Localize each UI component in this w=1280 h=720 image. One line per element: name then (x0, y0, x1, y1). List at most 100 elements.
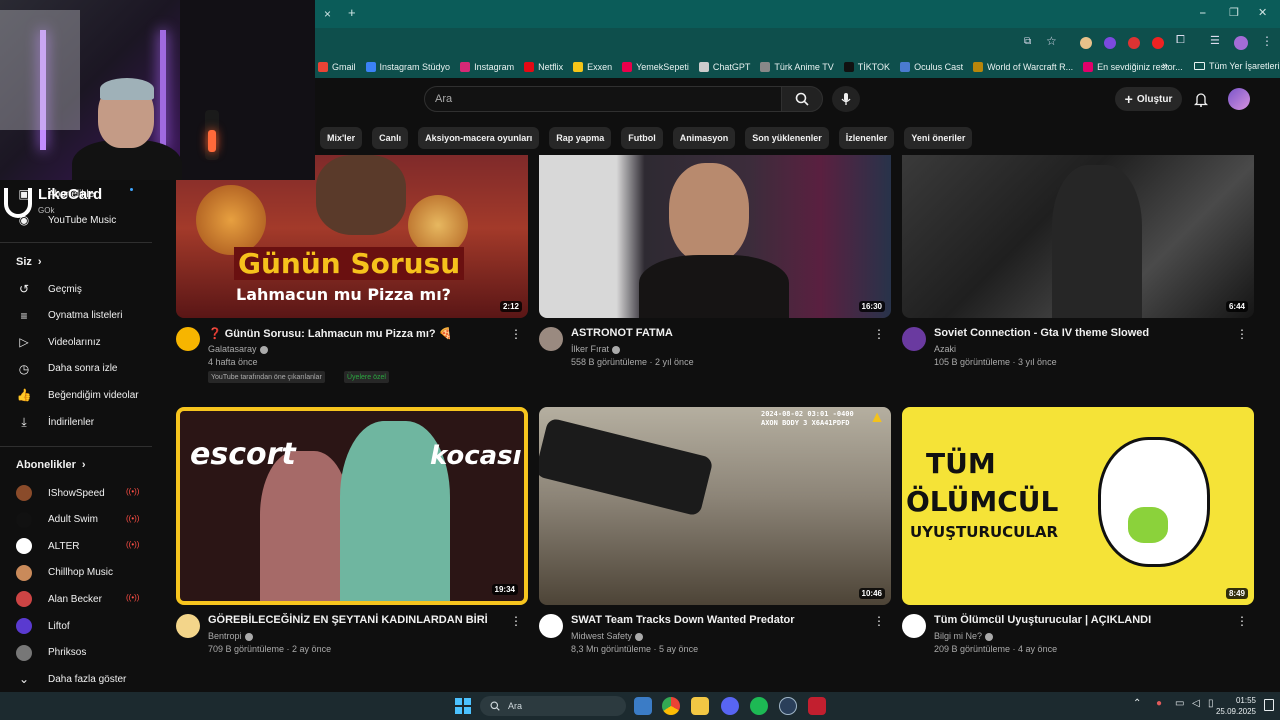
bookmark-item[interactable]: YemekSepeti (622, 62, 689, 72)
bookmark-star-icon[interactable]: ☆ (1046, 34, 1057, 48)
sidebar-subscription[interactable]: Alan Becker (16, 591, 102, 608)
channel-avatar[interactable] (902, 327, 926, 351)
channel-avatar[interactable] (539, 614, 563, 638)
minimize-icon[interactable]: ⎯ (1200, 7, 1206, 20)
bookmark-item[interactable]: Exxen (573, 62, 612, 72)
sidebar-item[interactable]: ↺ Geçmiş (16, 281, 82, 297)
battery-icon[interactable]: ▯ (1208, 698, 1214, 709)
restore-icon[interactable]: ❐ (1229, 6, 1239, 19)
video-channel-name[interactable]: Galatasaray (208, 344, 268, 354)
voice-search-button[interactable] (832, 86, 860, 112)
video-title[interactable]: Tüm Ölümcül Uyuşturucular | AÇIKLANDI (934, 614, 1151, 626)
video-channel-name[interactable]: Bilgi mi Ne? (934, 631, 994, 641)
filter-chip[interactable]: Animasyon (672, 127, 736, 149)
extension-icon[interactable] (1104, 37, 1116, 49)
create-button[interactable]: + Oluştur (1115, 87, 1182, 111)
video-thumbnail[interactable]: 16:30 (539, 155, 891, 318)
account-avatar[interactable] (1228, 88, 1250, 110)
filter-chip[interactable]: İzlenenler (838, 127, 895, 149)
sidebar-you-header[interactable]: Siz › (16, 256, 42, 268)
video-title[interactable]: Soviet Connection - Gta IV theme Slowed (934, 327, 1149, 339)
notification-center-icon[interactable] (1264, 699, 1274, 711)
taskbar-clock[interactable]: 01:55 25.09.2025 (1216, 695, 1256, 717)
sidebar-item[interactable]: ⤓ İndirilenler (16, 414, 94, 430)
network-icon[interactable]: ▭ (1175, 698, 1184, 709)
notifications-button[interactable] (1192, 90, 1210, 108)
channel-avatar[interactable] (902, 614, 926, 638)
filter-chip[interactable]: Son yüklenenler (745, 127, 829, 149)
sidebar-item[interactable]: 👍 Beğendiğim videolar (16, 387, 139, 403)
video-channel-name[interactable]: Bentropi (208, 631, 253, 641)
video-title[interactable]: ❓ Günün Sorusu: Lahmacun mu Pizza mı? 🍕 (208, 327, 452, 340)
media-icon[interactable]: ☰ (1210, 34, 1220, 47)
video-thumbnail[interactable]: escort kocası 19:34 (176, 407, 528, 605)
filter-chip[interactable]: Mix'ler (320, 127, 363, 149)
obs-icon[interactable] (808, 697, 826, 715)
sidebar-subscriptions-header[interactable]: Abonelikler › (16, 459, 86, 471)
channel-avatar[interactable] (176, 614, 200, 638)
discord-icon[interactable] (721, 697, 739, 715)
search-input[interactable]: Ara (424, 86, 782, 112)
video-channel-name[interactable]: İlker Fırat (571, 344, 621, 354)
video-menu-icon[interactable]: ⋮ (873, 327, 885, 341)
video-thumbnail[interactable]: 6:44 (902, 155, 1254, 318)
sidebar-item[interactable]: ▷ Videolarınız (16, 334, 100, 350)
filter-chip[interactable]: Rap yapma (549, 127, 612, 149)
volume-icon[interactable]: ◁ (1192, 698, 1200, 709)
sidebar-subscription[interactable]: Chillhop Music (16, 564, 113, 581)
filter-chip[interactable]: Yeni öneriler (904, 127, 973, 149)
sidebar-subscription[interactable]: Liftof (16, 618, 70, 634)
video-title[interactable]: ASTRONOT FATMA (571, 327, 673, 339)
extension-icon[interactable] (1128, 37, 1140, 49)
profile-icon[interactable] (1234, 36, 1248, 50)
bookmark-item[interactable]: TİKTOK (843, 62, 890, 72)
video-menu-icon[interactable]: ⋮ (510, 327, 522, 341)
sidebar-subscription[interactable]: Adult Swim (16, 511, 98, 528)
windows-start-icon[interactable] (455, 698, 471, 714)
video-channel-name[interactable]: Midwest Safety (571, 631, 644, 641)
bookmark-item[interactable]: World of Warcraft R... (973, 62, 1073, 72)
bookmark-item[interactable]: Instagram (460, 62, 514, 72)
filter-chip[interactable]: Aksiyon-macera oyunları (418, 127, 540, 149)
chrome-icon[interactable] (662, 697, 680, 715)
video-title[interactable]: SWAT Team Tracks Down Wanted Predator (571, 614, 795, 626)
bookmark-item[interactable]: Netflix (524, 62, 563, 72)
file-explorer-icon[interactable] (691, 697, 709, 715)
puzzle-icon[interactable]: ⧠ (1176, 34, 1185, 47)
widgets-icon[interactable] (634, 697, 652, 715)
sidebar-subscription[interactable]: Phriksos (16, 644, 86, 661)
search-button[interactable] (781, 86, 823, 112)
video-thumbnail[interactable]: TÜM ÖLÜMCÜL UYUŞTURUCULAR 8:49 (902, 407, 1254, 605)
sidebar-subscription[interactable]: ALTER (16, 538, 80, 555)
tray-mic-icon[interactable]: ● (1156, 698, 1162, 709)
close-window-icon[interactable]: ✕ (1258, 6, 1267, 19)
bookmark-item[interactable]: ChatGPT (698, 62, 750, 72)
steam-icon[interactable] (779, 697, 797, 715)
bookmarks-more-icon[interactable]: » (1162, 60, 1168, 72)
video-title[interactable]: GÖREBİLECEĞİNİZ EN ŞEYTANİ KADINLARDAN B… (208, 614, 488, 626)
taskbar-search[interactable]: Ara (480, 696, 626, 716)
video-thumbnail[interactable]: 2024-08-02 03:01 -0400 AXON BODY 3 X6A41P… (539, 407, 891, 605)
new-tab-button[interactable]: + (348, 5, 356, 20)
show-more-button[interactable]: ⌄ Daha fazla göster (16, 671, 126, 687)
spotify-icon[interactable] (750, 697, 768, 715)
channel-avatar[interactable] (176, 327, 200, 351)
sidebar-subscription[interactable]: IShowSpeed (16, 485, 105, 501)
cast-icon[interactable]: ⧉ (1024, 36, 1031, 47)
video-menu-icon[interactable]: ⋮ (873, 614, 885, 628)
channel-avatar[interactable] (539, 327, 563, 351)
bookmark-item[interactable]: Gmail (318, 62, 356, 72)
sidebar-item[interactable]: ≡ Oynatma listeleri (16, 308, 122, 324)
sidebar-item[interactable]: ◷ Daha sonra izle (16, 361, 118, 377)
extension-icon[interactable] (1152, 37, 1164, 49)
close-tab-icon[interactable]: × (324, 7, 331, 21)
filter-chip[interactable]: Canlı (372, 127, 409, 149)
bookmark-item[interactable]: Oculus Cast (900, 62, 963, 72)
video-menu-icon[interactable]: ⋮ (1236, 327, 1248, 341)
bookmark-item[interactable]: Instagram Stüdyo (365, 62, 450, 72)
kebab-menu-icon[interactable]: ⋮ (1261, 34, 1273, 48)
extension-icon[interactable] (1080, 37, 1092, 49)
tray-chevron-icon[interactable]: ⌃ (1133, 698, 1141, 709)
bookmark-item[interactable]: Türk Anime TV (760, 62, 834, 72)
filter-chip[interactable]: Futbol (621, 127, 663, 149)
